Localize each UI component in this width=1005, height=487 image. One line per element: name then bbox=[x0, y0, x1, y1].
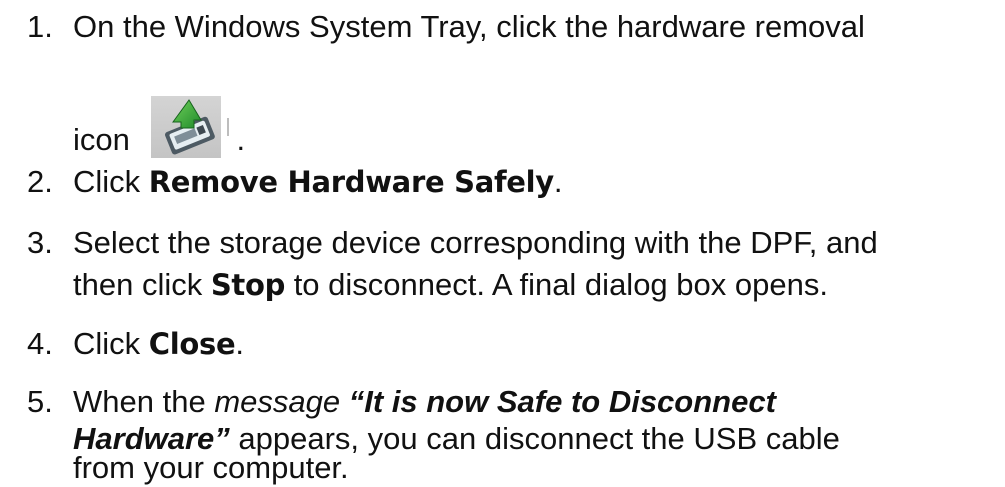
step-end: . bbox=[236, 122, 246, 157]
step-text-pre: Click bbox=[73, 164, 149, 199]
step-text-continued: then click Stop to disconnect. A final d… bbox=[73, 266, 828, 304]
ui-label-stop: Stop bbox=[210, 268, 286, 302]
step-text: Select the storage device corresponding … bbox=[73, 225, 878, 260]
ui-label-close: Close bbox=[148, 327, 236, 361]
step-number: 2. bbox=[27, 164, 53, 199]
step-text-post: to disconnect. A final dialog box opens. bbox=[285, 267, 828, 302]
step-text-post: . bbox=[235, 326, 244, 361]
step-text: Click Remove Hardware Safely. bbox=[73, 163, 563, 201]
step-number: 1. bbox=[27, 9, 53, 44]
step-text-pre: then click bbox=[73, 267, 211, 302]
emphasis-message: message bbox=[214, 384, 341, 419]
step-text-continued: icon . bbox=[73, 76, 246, 159]
step-text-pre: Click bbox=[73, 326, 149, 361]
step-text-post: . bbox=[553, 164, 563, 199]
step-text: On the Windows System Tray, click the ha… bbox=[73, 9, 865, 44]
step-text-continued: from your computer. bbox=[73, 450, 349, 485]
step-text-pre: When the bbox=[73, 384, 215, 419]
hardware-removal-icon bbox=[149, 76, 233, 158]
step-text: Click Close. bbox=[73, 325, 244, 363]
step-number: 4. bbox=[27, 326, 53, 361]
step-number: 3. bbox=[27, 225, 53, 260]
quoted-message: “It is now Safe to Disconnect bbox=[348, 384, 776, 419]
icon-word: icon bbox=[73, 122, 130, 157]
step-text: When the message “It is now Safe to Disc… bbox=[73, 383, 776, 421]
instruction-list: 1. On the Windows System Tray, click the… bbox=[0, 0, 1005, 485]
ui-label-remove-hardware-safely: Remove Hardware Safely bbox=[148, 165, 554, 199]
step-number: 5. bbox=[27, 384, 53, 419]
